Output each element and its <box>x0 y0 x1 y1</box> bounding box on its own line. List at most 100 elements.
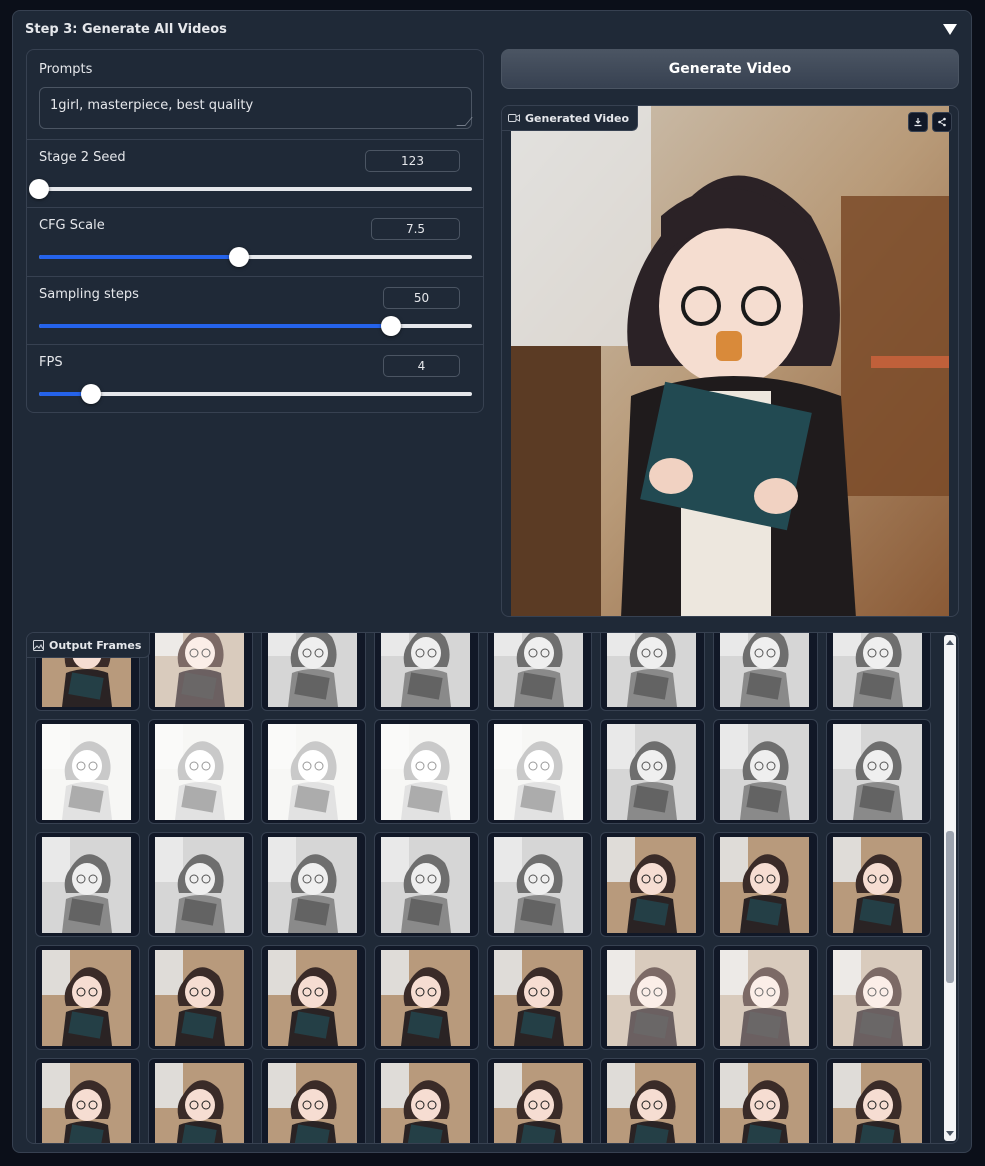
steps-slider-thumb[interactable] <box>381 316 402 336</box>
frame-thumbnail[interactable] <box>35 945 140 1050</box>
frame-thumbnail[interactable] <box>600 832 705 937</box>
frame-thumbnail[interactable] <box>148 719 253 824</box>
frame-image <box>155 1063 244 1143</box>
frame-thumbnail[interactable] <box>713 633 818 711</box>
frame-thumbnail[interactable] <box>487 633 592 711</box>
frame-image <box>42 837 131 933</box>
cfg-label: CFG Scale <box>39 218 105 233</box>
cfg-number-input[interactable]: 7.5 <box>371 218 460 240</box>
panel-title[interactable]: Step 3: Generate All Videos <box>25 22 227 37</box>
resize-handle-icon[interactable] <box>456 117 473 126</box>
prompts-textarea[interactable]: 1girl, masterpiece, best quality <box>39 87 473 129</box>
frame-thumbnail[interactable] <box>600 945 705 1050</box>
frame-thumbnail[interactable] <box>487 945 592 1050</box>
frame-thumbnail[interactable] <box>600 1058 705 1143</box>
frame-image <box>720 950 809 1046</box>
scroll-up-icon[interactable] <box>946 640 954 645</box>
frame-image <box>268 724 357 820</box>
frame-image <box>381 837 470 933</box>
frame-image <box>494 633 583 707</box>
frame-image <box>42 1063 131 1143</box>
frame-thumbnail[interactable] <box>826 945 931 1050</box>
prompts-value: 1girl, masterpiece, best quality <box>50 98 254 113</box>
frame-thumbnail[interactable] <box>148 832 253 937</box>
controls-group: Prompts 1girl, masterpiece, best quality… <box>26 49 484 413</box>
frame-thumbnail[interactable] <box>713 945 818 1050</box>
frames-scrollbar[interactable] <box>944 635 956 1141</box>
frame-image <box>607 837 696 933</box>
generated-video-label: Generated Video <box>502 106 639 131</box>
seed-label: Stage 2 Seed <box>39 150 126 165</box>
output-frames-title: Output Frames <box>49 638 142 652</box>
share-icon <box>938 117 946 127</box>
fps-slider-thumb[interactable] <box>80 384 101 404</box>
frame-thumbnail[interactable] <box>374 719 479 824</box>
frame-image <box>833 633 922 707</box>
download-button[interactable] <box>908 112 928 132</box>
frame-thumbnail[interactable] <box>826 832 931 937</box>
frame-thumbnail[interactable] <box>713 719 818 824</box>
frame-image <box>607 633 696 707</box>
video-camera-icon <box>508 114 520 122</box>
frame-image <box>720 724 809 820</box>
frame-thumbnail[interactable] <box>261 1058 366 1143</box>
steps-slider-track[interactable] <box>39 316 472 336</box>
steps-number-input[interactable]: 50 <box>383 287 460 309</box>
cfg-slider-track[interactable] <box>39 247 472 267</box>
frame-thumbnail[interactable] <box>261 832 366 937</box>
cfg-slider-thumb[interactable] <box>229 247 250 267</box>
frame-thumbnail[interactable] <box>35 1058 140 1143</box>
frame-image <box>42 724 131 820</box>
frame-thumbnail[interactable] <box>374 633 479 711</box>
frame-thumbnail[interactable] <box>374 1058 479 1143</box>
generated-video-panel: Generated Video <box>501 105 959 617</box>
image-icon <box>33 639 44 651</box>
frame-thumbnail[interactable] <box>600 633 705 711</box>
frame-image <box>494 1063 583 1143</box>
seed-slider-thumb[interactable] <box>29 179 49 199</box>
frame-thumbnail[interactable] <box>600 719 705 824</box>
frame-image <box>720 837 809 933</box>
seed-slider-track[interactable] <box>29 179 472 199</box>
generate-video-button[interactable]: Generate Video <box>501 49 959 89</box>
share-button[interactable] <box>932 112 952 132</box>
cfg-slider-fill <box>39 255 240 259</box>
frame-thumbnail[interactable] <box>261 633 366 711</box>
generated-video-frame[interactable] <box>511 106 949 617</box>
frame-thumbnail[interactable] <box>487 1058 592 1143</box>
frame-image <box>155 950 244 1046</box>
frame-thumbnail[interactable] <box>487 719 592 824</box>
prompts-block: Prompts 1girl, masterpiece, best quality <box>27 50 483 140</box>
frame-image <box>607 950 696 1046</box>
frame-thumbnail[interactable] <box>148 945 253 1050</box>
frame-image <box>155 724 244 820</box>
fps-number-input[interactable]: 4 <box>383 355 460 377</box>
frame-thumbnail[interactable] <box>826 719 931 824</box>
frame-image <box>268 837 357 933</box>
frame-thumbnail[interactable] <box>374 945 479 1050</box>
frame-thumbnail[interactable] <box>148 1058 253 1143</box>
triangle-down-icon[interactable] <box>943 24 957 35</box>
seed-number-input[interactable]: 123 <box>365 150 460 172</box>
frame-thumbnail[interactable] <box>487 832 592 937</box>
scroll-down-icon[interactable] <box>946 1131 954 1136</box>
frame-thumbnail[interactable] <box>261 945 366 1050</box>
frame-thumbnail[interactable] <box>148 633 253 711</box>
frame-thumbnail[interactable] <box>826 633 931 711</box>
frame-image <box>833 950 922 1046</box>
frame-thumbnail[interactable] <box>35 719 140 824</box>
frame-thumbnail[interactable] <box>713 1058 818 1143</box>
fps-slider-track[interactable] <box>39 384 472 404</box>
frame-image <box>833 1063 922 1143</box>
frame-thumbnail[interactable] <box>713 832 818 937</box>
frame-image <box>381 950 470 1046</box>
steps-slider-fill <box>39 324 392 328</box>
frame-thumbnail[interactable] <box>374 832 479 937</box>
frame-image <box>720 1063 809 1143</box>
scrollbar-thumb[interactable] <box>946 831 954 983</box>
frame-thumbnail[interactable] <box>261 719 366 824</box>
step3-panel: Step 3: Generate All Videos Prompts 1gir… <box>12 10 972 1153</box>
frame-image <box>607 724 696 820</box>
frame-thumbnail[interactable] <box>35 832 140 937</box>
frame-thumbnail[interactable] <box>826 1058 931 1143</box>
